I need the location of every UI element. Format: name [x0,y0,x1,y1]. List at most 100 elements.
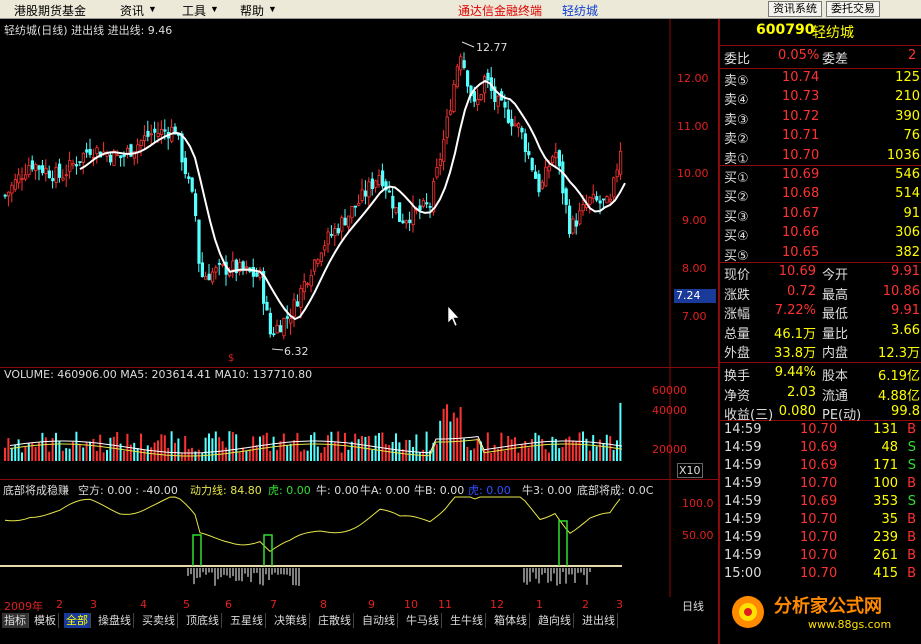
level-volume: 514 [895,186,920,202]
tick-direction: B [907,422,916,437]
level-label: 买③ [724,209,749,225]
tick-row: 14:59 10.70 35 B [722,512,920,531]
candle-body [510,118,514,127]
chevron-down-icon[interactable]: ▼ [210,4,219,14]
date-axis-label: 5 [183,598,190,611]
stat-label: 净资 [724,388,751,404]
level-price: 10.65 [782,244,820,260]
candle-body [139,140,143,146]
stat-label: 涨跌 [724,287,751,303]
bid-row: 买① 10.69 546 [722,167,920,186]
chart-area[interactable]: 轻纺城(日线) 进出线 进出线: 9.46 12.77 6.32 $ 12.00… [0,19,718,612]
candle-body [353,205,358,208]
tick-volume: 239 [873,530,898,545]
candle-body [64,174,68,177]
tab-shengniuxian[interactable]: 生牛线 [448,613,486,628]
candle-body [214,267,218,273]
tab-jinchuxian[interactable]: 进出线 [580,613,618,628]
candle-body [598,200,602,204]
menu-hk-futures[interactable]: 港股期货基金 [14,2,86,19]
tab-zidongxian[interactable]: 自动线 [360,613,398,628]
date-axis-label: 12 [490,598,504,611]
tick-row: 14:59 10.69 353 S [722,494,920,513]
candle-body [367,181,371,198]
tab-xiangtixian[interactable]: 箱体线 [492,613,530,628]
chevron-down-icon[interactable]: ▼ [268,4,277,14]
candle-body [197,219,201,264]
candle-body [255,272,259,277]
tab-caopanxian[interactable]: 操盘线 [96,613,134,628]
candle-body [217,262,221,265]
tab-dingdixian[interactable]: 顶底线 [184,613,222,628]
candle-body [51,178,55,182]
tab-wuxingxian[interactable]: 五星线 [228,613,266,628]
candle-body [527,151,531,156]
candle-body [251,267,255,277]
tab-quxiangxian[interactable]: 趋向线 [536,613,574,628]
ask-row: 卖② 10.71 76 [722,128,920,147]
signal-pulse [192,534,202,566]
level-volume: 1036 [886,147,920,163]
menu-news[interactable]: 资讯 [120,2,144,19]
candle-body [200,262,204,277]
indicator-value: 牛B: 0.00 [414,484,465,497]
stat-value: 2.03 [787,384,816,400]
stat-value: 12.3万 [878,346,920,361]
stock-code: 600790 [756,22,815,38]
tab-indicator[interactable]: 指标 [2,613,29,628]
candle-body [333,228,337,237]
price-axis-label: 10.00 [677,167,709,180]
volume-header: VOLUME: 460906.00 MA5: 203614.41 MA10: 1… [4,368,313,381]
candle-body [357,202,361,206]
menu-help[interactable]: 帮助 [240,2,264,19]
high-price-label: 12.77 [476,41,508,54]
tick-time: 14:59 [724,512,762,527]
candle-body [37,165,41,170]
news-system-button[interactable]: 资讯系统 [768,1,822,17]
tick-price: 10.69 [800,458,838,473]
candle-body [547,166,551,172]
bid-row: 买④ 10.66 306 [722,225,920,244]
candle-body [41,165,45,174]
tab-all[interactable]: 全部 [64,613,91,628]
candle-body [455,66,460,88]
watermark-title: 分析家公式网 [774,596,882,617]
tab-maimaixian[interactable]: 买卖线 [140,613,178,628]
trade-button[interactable]: 委托交易 [826,1,880,17]
date-axis-label: 11 [438,598,452,611]
candle-body [193,193,198,216]
candle-body [336,228,341,234]
stat-value: 10.69 [778,264,816,279]
level-price: 10.71 [782,128,820,144]
candle-body [319,252,324,262]
candle-body [370,178,375,190]
tab-juecexian[interactable]: 决策线 [272,613,310,628]
candle-body [401,220,405,224]
tab-template[interactable]: 模板 [32,613,59,628]
tab-niumaxian[interactable]: 牛马线 [404,613,442,628]
level-volume: 382 [895,244,920,260]
chevron-down-icon[interactable]: ▼ [148,4,157,14]
date-axis-label: 7 [270,598,277,611]
candle-body [350,206,354,219]
price-axis-label: 12.00 [677,72,709,85]
candle-body [109,154,113,163]
candle-body [482,76,487,94]
app-title: 通达信金融终端 [458,4,543,18]
menu-tools[interactable]: 工具 [182,2,206,19]
tick-volume: 353 [873,494,898,509]
kline-chart[interactable] [0,19,718,612]
watermark-url: www.88gs.com [808,618,892,631]
tab-zhuangsanxian[interactable]: 庄散线 [316,613,354,628]
candle-body [81,152,85,163]
candle-body [374,180,378,188]
candle-body [54,166,58,183]
stat-label: 涨幅 [724,307,751,322]
candle-body [513,123,517,127]
candle-body [421,200,426,207]
candle-body [210,271,215,283]
level-price: 10.68 [782,186,820,202]
price-axis-label: 9.00 [682,214,707,227]
candle-body [23,174,28,180]
candle-body [564,188,568,205]
